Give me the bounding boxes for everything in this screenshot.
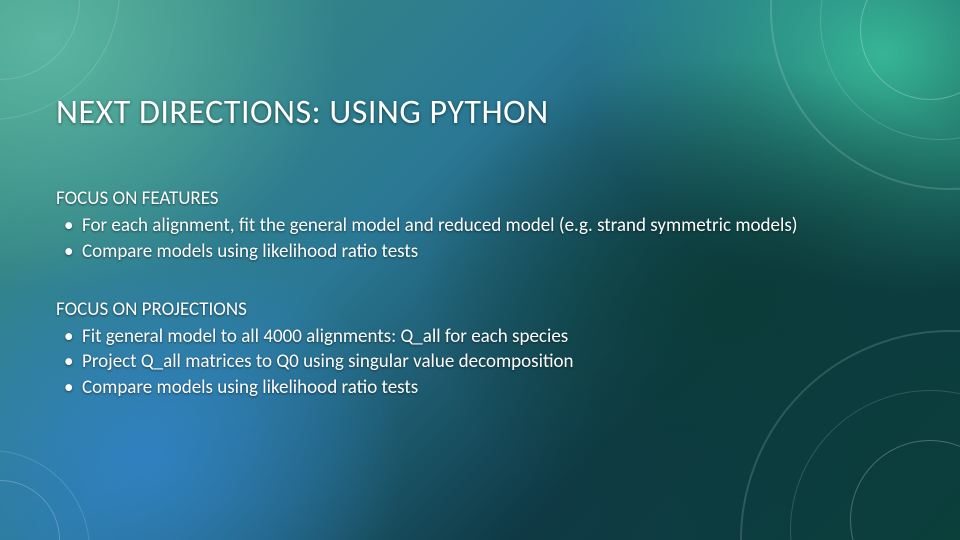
bullet-item: Fit general model to all 4000 alignments… [56, 325, 904, 349]
slide-content: NEXT DIRECTIONS: USING PYTHON FOCUS ON F… [0, 0, 960, 400]
bullet-item: Compare models using likelihood ratio te… [56, 376, 904, 400]
bullet-list: Fit general model to all 4000 alignments… [56, 325, 904, 400]
deco-ring [850, 440, 960, 540]
deco-ring [0, 450, 90, 540]
section-heading: FOCUS ON FEATURES [56, 187, 904, 210]
bullet-item: For each alignment, fit the general mode… [56, 214, 904, 238]
section-features: FOCUS ON FEATURES For each alignment, fi… [56, 187, 904, 264]
section-heading: FOCUS ON PROJECTIONS [56, 298, 904, 321]
bullet-item: Project Q_all matrices to Q0 using singu… [56, 350, 904, 374]
deco-ring [0, 480, 60, 540]
deco-ring [790, 390, 960, 540]
slide-title: NEXT DIRECTIONS: USING PYTHON [56, 92, 904, 133]
section-projections: FOCUS ON PROJECTIONS Fit general model t… [56, 298, 904, 400]
bullet-item: Compare models using likelihood ratio te… [56, 240, 904, 264]
slide: NEXT DIRECTIONS: USING PYTHON FOCUS ON F… [0, 0, 960, 540]
bullet-list: For each alignment, fit the general mode… [56, 214, 904, 264]
